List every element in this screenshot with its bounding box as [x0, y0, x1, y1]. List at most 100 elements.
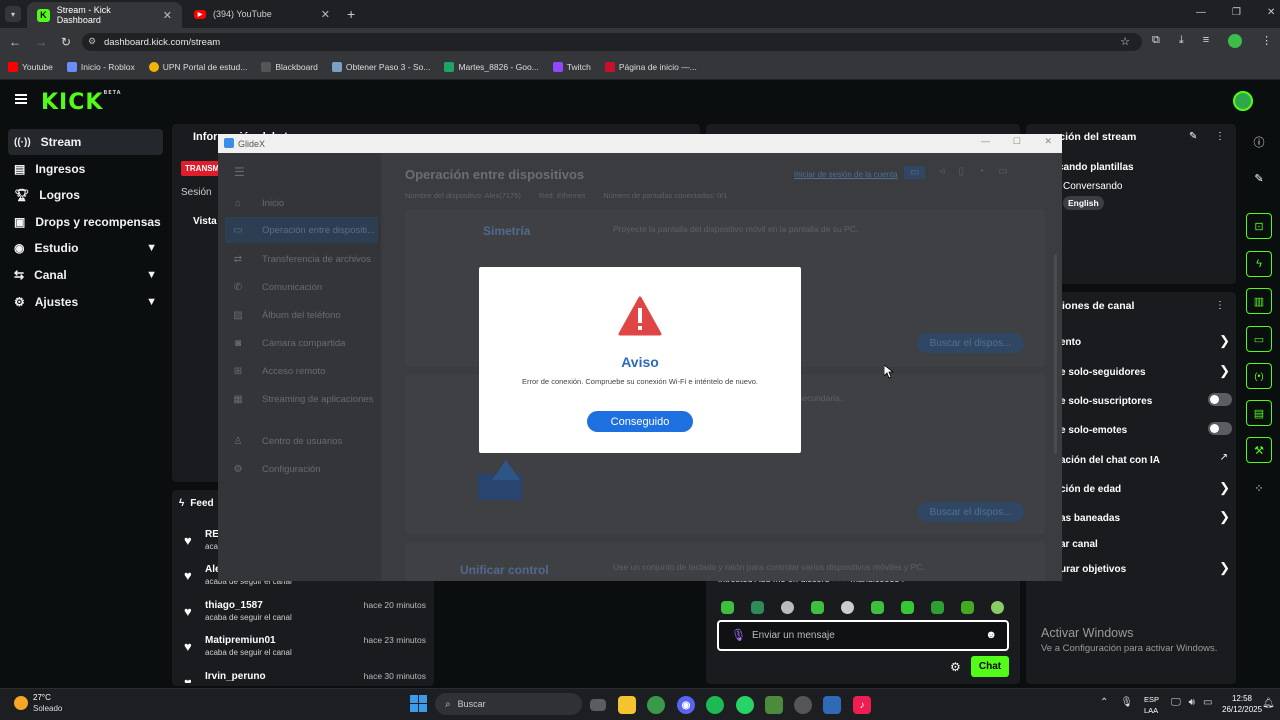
new-tab-button[interactable]: + [347, 6, 355, 22]
taskbar-search[interactable]: ⌕ Buscar [435, 693, 582, 715]
emotes-only-toggle[interactable] [1208, 422, 1232, 435]
edit-icon[interactable]: ✎ [1189, 131, 1197, 142]
channel-option-row[interactable]: as baneadas ❯ [1060, 509, 1232, 524]
tab-kick-dashboard[interactable]: K Stream - Kick Dashboard ✕ [27, 2, 182, 28]
user-avatar[interactable] [1233, 91, 1253, 111]
chat-input[interactable]: 🎙︎ Enviar un mensaje ☻ [717, 620, 1009, 651]
glidex-nav-operacion[interactable]: ▭ Operación entre dispositi... [225, 217, 378, 243]
emote-icon[interactable] [901, 601, 914, 614]
glidex-nav-album[interactable]: ▨ Álbum del teléfono [218, 302, 381, 328]
login-link[interactable]: Iniciar de sesión de la cuenta [794, 170, 898, 179]
download-icon[interactable]: ⤓ [1179, 34, 1184, 48]
sidebar-item-estudio[interactable]: ◉ Estudio ▼ [8, 235, 163, 261]
start-button[interactable] [410, 695, 427, 712]
menu-icon[interactable]: ⋮ [1261, 34, 1272, 48]
glidex-nav-acceso[interactable]: ⊞ Acceso remoto [218, 358, 381, 384]
chevron-up-icon[interactable]: ⌃ [1100, 697, 1108, 708]
dialog-ok-button[interactable]: Conseguido [587, 411, 693, 432]
clock[interactable]: 12:58 26/12/2025 [1222, 693, 1262, 715]
channel-option-row[interactable]: ar canal [1060, 536, 1232, 550]
devices-icon[interactable]: ▭ [904, 166, 926, 179]
message-icon[interactable]: ▭ [998, 166, 1007, 179]
glidex-nav-comunicacion[interactable]: ✆ Comunicación [218, 274, 381, 300]
customize-icon[interactable]: ⁘ [1246, 475, 1272, 501]
tray-icons[interactable]: 🖵︎ 🔊︎ ▭ [1171, 697, 1212, 708]
glidex-nav-configuracion[interactable]: ⚙ Configuración [218, 456, 381, 482]
close-icon[interactable]: ✕ [1044, 136, 1052, 147]
channel-option-row[interactable]: ación del chat con IA ↗ [1060, 452, 1232, 466]
bookmark-twitch[interactable]: Twitch [552, 62, 591, 72]
pencil-icon[interactable]: ✎ [1246, 165, 1272, 191]
emote-icon[interactable] [721, 601, 734, 614]
sidebar-item-ajustes[interactable]: ⚙ Ajustes ▼ [8, 289, 163, 315]
file-explorer-icon[interactable] [618, 696, 636, 714]
bookmark-obtener[interactable]: Obtener Paso 3 - So... [331, 62, 430, 72]
glidex-nav-inicio[interactable]: ⌂ Inicio [218, 190, 381, 216]
minecraft-icon[interactable] [765, 696, 783, 714]
spotify-icon[interactable] [706, 696, 724, 714]
emote-icon[interactable] [871, 601, 884, 614]
scrollbar[interactable] [1054, 254, 1057, 454]
emote-icon[interactable] [841, 601, 854, 614]
sidebar-item-canal[interactable]: ⇆ Canal ▼ [8, 262, 163, 288]
bell-icon[interactable]: ◔ [978, 166, 984, 179]
bookmark-upn[interactable]: UPN Portal de estud... [148, 62, 247, 72]
emote-icon[interactable] [991, 601, 1004, 614]
forward-icon[interactable]: → [35, 35, 47, 49]
reload-icon[interactable]: ↻ [61, 35, 71, 49]
sidebar-item-drops[interactable]: ▣ Drops y recompensas [8, 209, 163, 235]
glidex-nav-streaming[interactable]: ▦ Streaming de aplicaciones [218, 386, 381, 412]
microphone-icon[interactable]: 🎙︎ [1120, 697, 1133, 708]
task-view-icon[interactable] [590, 699, 606, 711]
search-device-button[interactable]: Buscar el dispos... [917, 333, 1024, 353]
tab-search-button[interactable]: ▾ [5, 6, 21, 22]
profile-avatar[interactable] [1228, 34, 1243, 48]
channel-option-row[interactable]: ento ❯ [1060, 333, 1232, 348]
lightning-icon[interactable]: ϟ [1246, 251, 1272, 277]
weather-widget[interactable]: 27°C Soleado [12, 692, 72, 716]
emote-icon[interactable] [781, 601, 794, 614]
steam-icon[interactable] [794, 696, 812, 714]
bookmark-roblox[interactable]: Inicio - Roblox [66, 62, 135, 72]
media-icon[interactable]: ≡ [1203, 34, 1209, 48]
close-icon[interactable]: ✕ [1267, 7, 1275, 18]
wrench-icon[interactable]: ⚒ [1246, 437, 1272, 463]
info-icon[interactable]: ⓘ [1246, 129, 1272, 155]
emoji-icon[interactable]: ☻ [985, 629, 997, 641]
bookmark-blackboard[interactable]: Blackboard [261, 62, 318, 72]
channel-option-row[interactable]: ción de edad ❯ [1060, 480, 1232, 495]
language-indicator[interactable]: ESP LAA [1144, 694, 1159, 716]
sidebar-item-stream[interactable]: ((·)) Stream [8, 129, 163, 155]
back-icon[interactable]: ← [9, 35, 21, 49]
bookmark-youtube[interactable]: Youtube [8, 62, 53, 72]
close-icon[interactable]: ✕ [321, 8, 330, 21]
session-label[interactable]: Sesión [181, 187, 212, 198]
broadcast-icon[interactable]: (•) [1246, 363, 1272, 389]
hamburger-menu-icon[interactable] [15, 94, 27, 104]
emote-icon[interactable] [751, 601, 764, 614]
sidebar-item-logros[interactable]: 🏆︎ Logros [8, 182, 163, 208]
bookmark-star-icon[interactable]: ☆ [1120, 35, 1130, 48]
glidex-taskbar-icon[interactable] [823, 696, 841, 714]
notification-bell-icon[interactable]: 🔔︎ [1262, 698, 1275, 709]
channel-option-row[interactable]: urar objetivos ❯ [1060, 560, 1232, 575]
url-bar[interactable]: ⚙ dashboard.kick.com/stream ☆ [82, 33, 1142, 51]
channel-option-row[interactable]: e solo-seguidores ❯ [1060, 363, 1232, 378]
notification-icon[interactable]: ◃ [939, 166, 944, 179]
close-icon[interactable]: ✕ [163, 9, 172, 22]
emote-icon[interactable] [811, 601, 824, 614]
document-icon[interactable]: ▥ [1246, 288, 1272, 314]
bookmark-drive[interactable]: Martes_8826 - Goo... [444, 62, 539, 72]
chat-settings-icon[interactable]: ⚙ [950, 660, 961, 674]
microphone-icon[interactable]: 🎙︎ [731, 628, 746, 642]
focus-icon[interactable]: ⊡ [1246, 213, 1272, 239]
extensions-icon[interactable]: ⧉ [1152, 34, 1160, 48]
chat-send-button[interactable]: Chat [971, 656, 1009, 677]
phone-icon[interactable]: ▯ [958, 166, 964, 179]
minimize-icon[interactable]: — [981, 136, 990, 146]
glidex-nav-usuarios[interactable]: ♙ Centro de usuarios [218, 428, 381, 454]
subscribers-only-toggle[interactable] [1208, 393, 1232, 406]
maximize-icon[interactable]: ❐ [1232, 7, 1241, 18]
more-icon[interactable]: ⋮ [1215, 131, 1225, 142]
minimize-icon[interactable]: — [1196, 7, 1206, 18]
